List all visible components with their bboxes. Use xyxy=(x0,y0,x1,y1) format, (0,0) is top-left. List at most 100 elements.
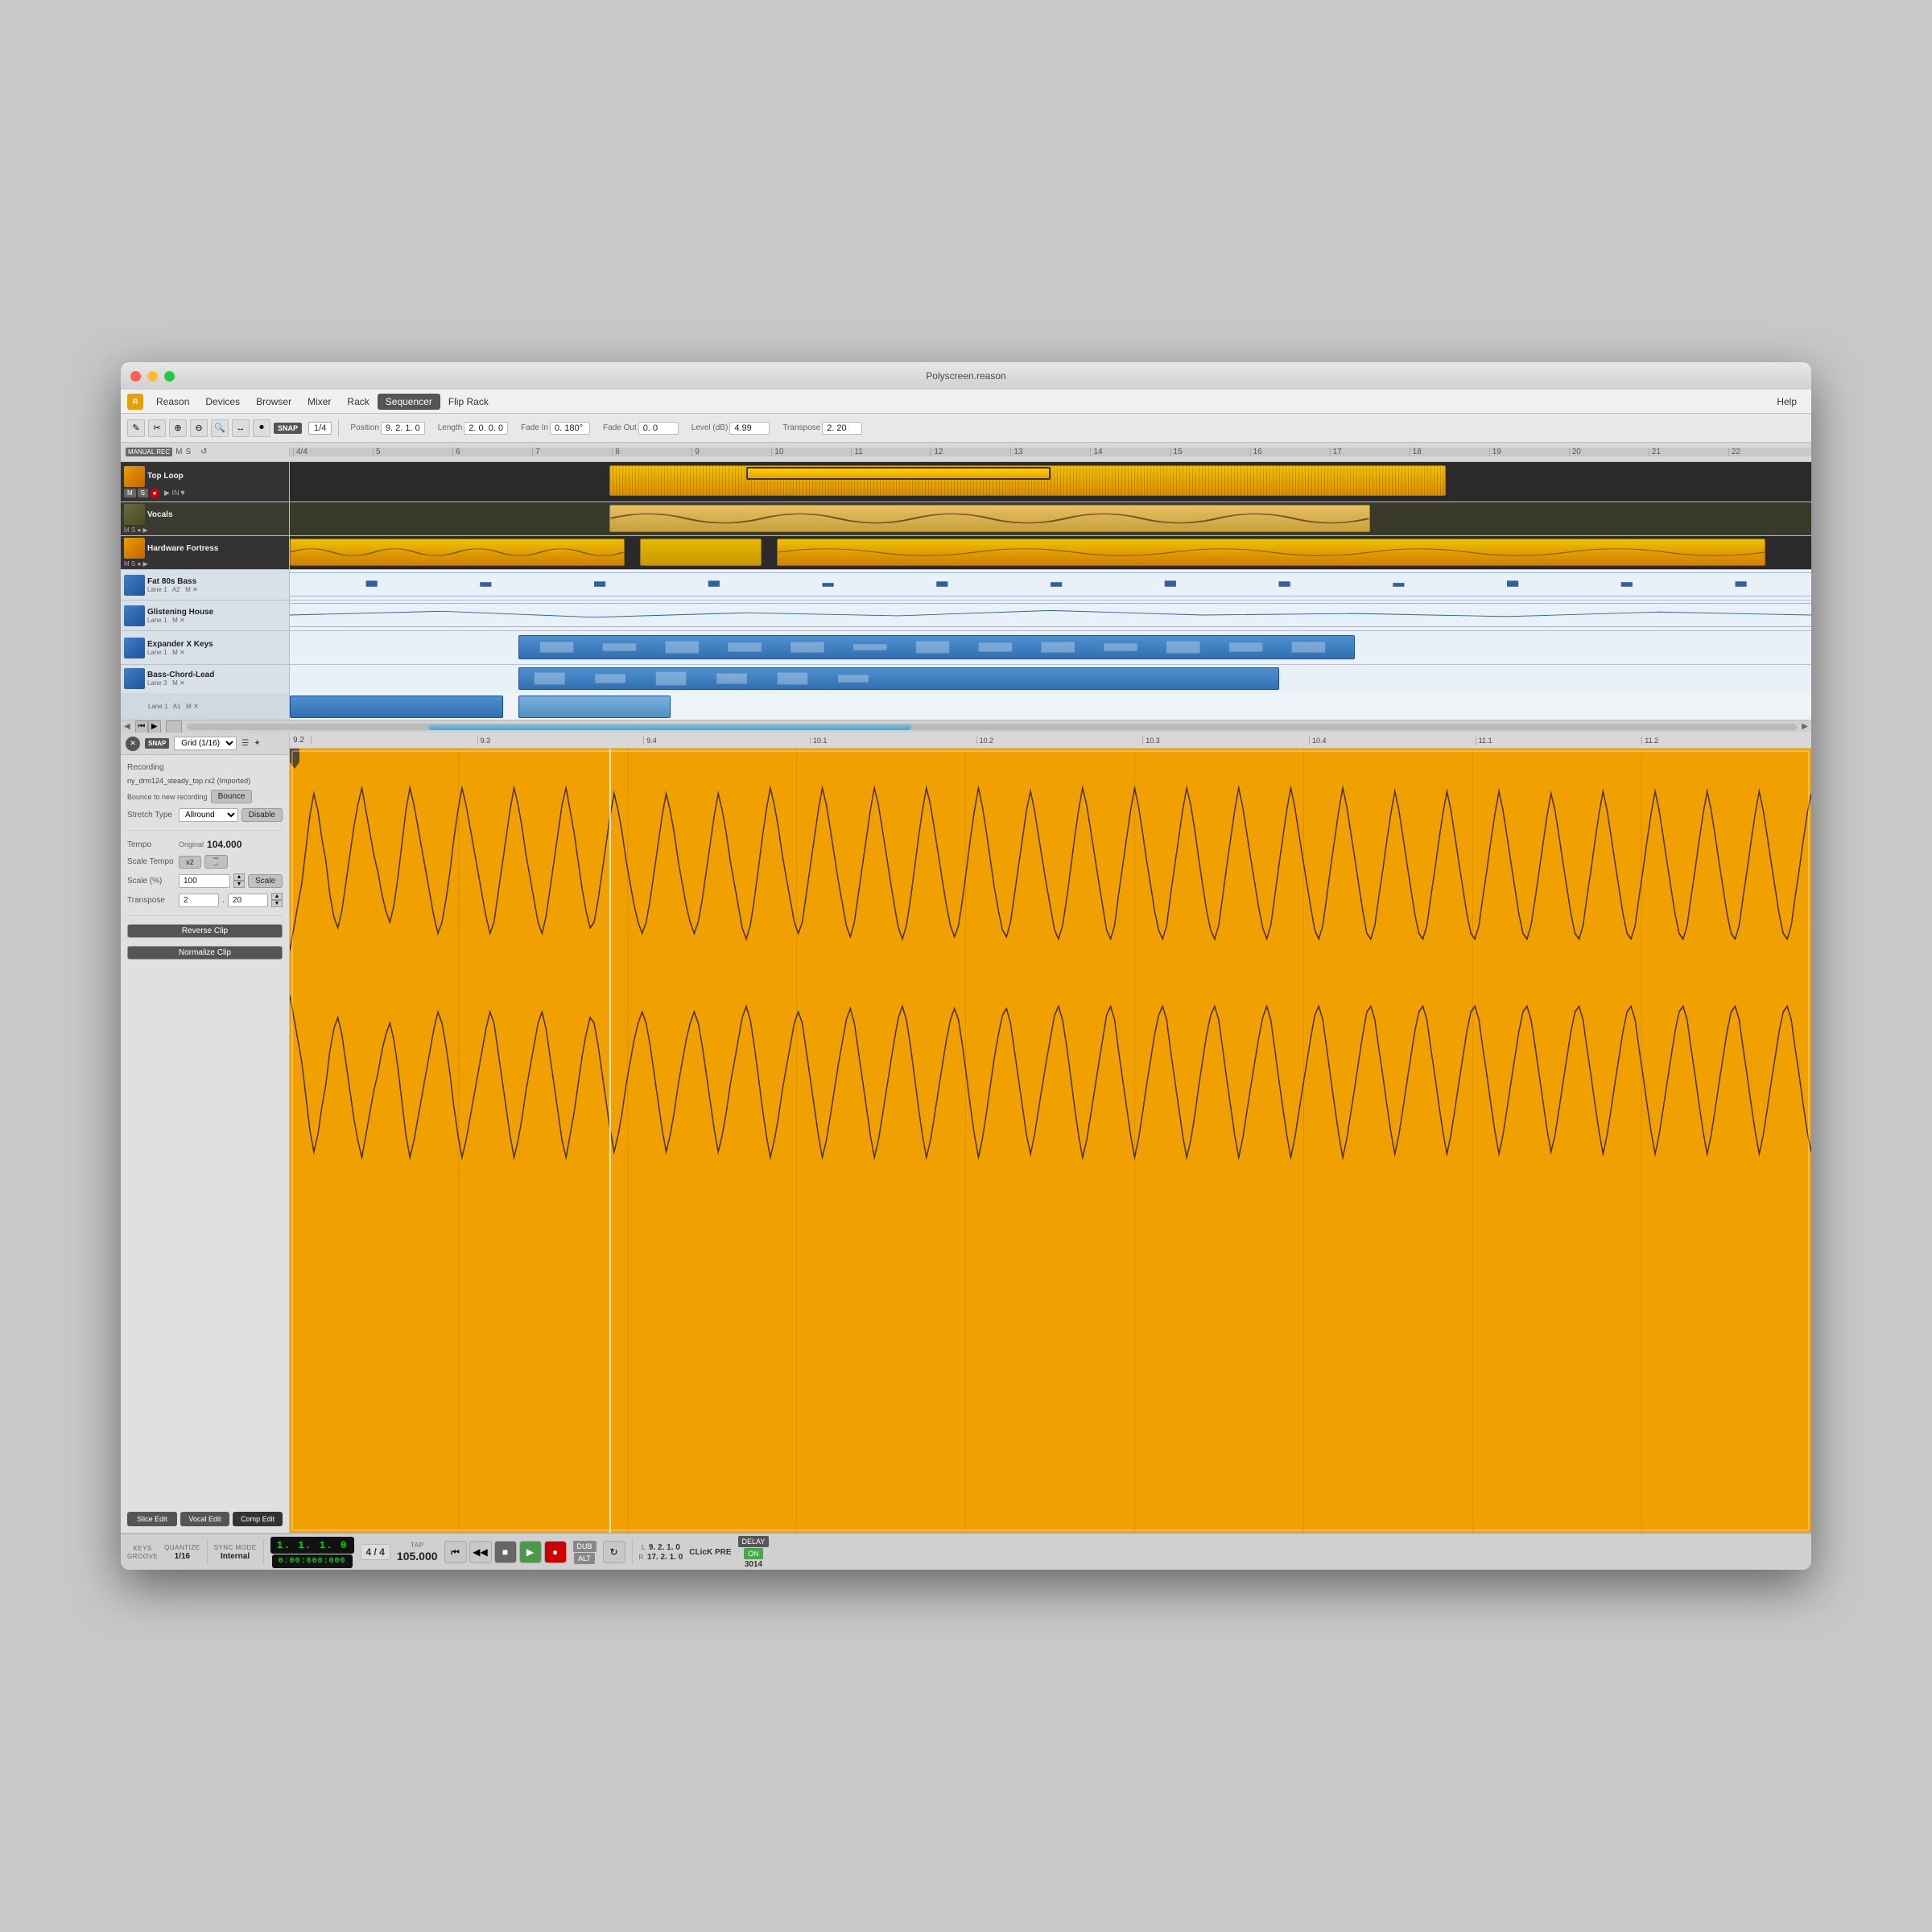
fadeout-value[interactable]: 0. 0 xyxy=(638,422,679,435)
clip-vocals-1[interactable] xyxy=(609,505,1370,532)
view-options-btn[interactable] xyxy=(166,720,182,733)
transport-next-btn[interactable]: ▶ xyxy=(148,720,161,733)
record-button[interactable]: ● xyxy=(544,1541,567,1563)
track-lane-bass: Lane 1 A2 M ✕ xyxy=(147,586,198,593)
menu-devices[interactable]: Devices xyxy=(197,394,248,410)
fadein-value[interactable]: 0. 180° xyxy=(550,422,590,435)
clip-glistening-midi[interactable] xyxy=(290,603,1811,627)
seq-timeline-header: MANUAL REC M S ↺ 4/4 5 6 7 8 9 10 11 xyxy=(121,443,1811,462)
toolbar-tool-5[interactable]: 🔍 xyxy=(211,419,229,437)
menu-fliprack[interactable]: Flip Rack xyxy=(440,394,497,410)
clip-expander-1[interactable] xyxy=(518,635,1356,659)
vocal-edit-button[interactable]: Vocal Edit xyxy=(180,1512,230,1526)
track-content-bchord-1[interactable] xyxy=(290,693,1811,720)
transpose-down[interactable]: ▼ xyxy=(271,900,283,907)
transpose-cents[interactable]: 20 xyxy=(228,894,268,907)
clip-bchord-lane3[interactable] xyxy=(518,667,1279,690)
alt-button[interactable]: ALT xyxy=(574,1553,595,1564)
scale-button[interactable]: Scale xyxy=(248,874,283,888)
menu-rack[interactable]: Rack xyxy=(339,394,377,410)
clip-hw-2[interactable] xyxy=(640,539,762,566)
transpose-value[interactable]: 2. 20 xyxy=(822,422,862,435)
scale-x2-button[interactable]: x2 xyxy=(179,856,201,869)
grid-icon[interactable]: ☰ xyxy=(242,739,249,748)
maximize-button[interactable] xyxy=(164,371,175,382)
timeline-mark-17: 17 xyxy=(1330,448,1410,456)
scroll-left-arrow[interactable]: ◀ xyxy=(124,722,130,731)
disable-button[interactable]: Disable xyxy=(242,808,283,822)
track-s-toploop[interactable]: S xyxy=(138,489,148,497)
reverse-clip-button[interactable]: Reverse Clip xyxy=(127,924,283,938)
track-content-hw[interactable] xyxy=(290,536,1811,569)
toolbar-tool-4[interactable]: ⊖ xyxy=(190,419,208,437)
scale-pct-down[interactable]: ▼ xyxy=(233,881,245,888)
detail-close-icon[interactable]: ✕ xyxy=(126,737,140,751)
menu-mixer[interactable]: Mixer xyxy=(299,394,339,410)
track-content-bass[interactable] xyxy=(290,570,1811,600)
toolbar-tool-3[interactable]: ⊕ xyxy=(169,419,187,437)
grid-options-icon[interactable]: ✦ xyxy=(254,739,260,748)
scale-pct-up[interactable]: ▲ xyxy=(233,873,245,881)
scale-pct-input[interactable]: 100 xyxy=(179,874,230,888)
play-button[interactable]: ▶ xyxy=(519,1541,542,1563)
toolbar-tool-2[interactable]: ✂ xyxy=(148,419,166,437)
minimize-button[interactable] xyxy=(147,371,158,382)
tempo-value-t[interactable]: 105.000 xyxy=(397,1550,438,1563)
position-value[interactable]: 9. 2. 1. 0 xyxy=(381,422,425,435)
bounce-button[interactable]: Bounce xyxy=(211,790,253,803)
loop-button[interactable]: ↻ xyxy=(603,1541,625,1563)
menu-help[interactable]: Help xyxy=(1769,394,1805,410)
rewind-button[interactable]: ⏮ xyxy=(444,1541,467,1563)
clip-hw-3[interactable] xyxy=(777,539,1766,566)
delay-on-label[interactable]: ON xyxy=(744,1548,763,1559)
normalize-clip-button[interactable]: Normalize Clip xyxy=(127,946,283,960)
menu-sequencer[interactable]: Sequencer xyxy=(378,394,440,410)
grid-select[interactable]: Grid (1/16) Grid (1/8) Grid (1/4) xyxy=(174,737,237,750)
track-name-hw: Hardware Fortress xyxy=(147,544,218,553)
waveform-canvas[interactable] xyxy=(290,749,1811,1533)
slice-edit-button[interactable]: Slice Edit xyxy=(127,1512,177,1526)
track-name-bchord: Bass-Chord-Lead xyxy=(147,671,214,679)
track-content-expander[interactable] xyxy=(290,631,1811,664)
seq-scrollbar-thumb[interactable] xyxy=(428,724,911,730)
transpose-semitones[interactable]: 2 xyxy=(179,894,219,907)
timeline-markers: 4/4 5 6 7 8 9 10 11 12 13 14 15 16 17 xyxy=(293,448,1808,456)
toolbar-tool-1[interactable]: ✎ xyxy=(127,419,145,437)
stop-button[interactable]: ■ xyxy=(494,1541,517,1563)
toolbar-tool-6[interactable]: ↔ xyxy=(232,419,250,437)
track-content-bchord-3[interactable] xyxy=(290,665,1811,693)
track-m-toploop[interactable]: M xyxy=(124,489,136,497)
toolbar-tool-7[interactable]: ⏺ xyxy=(253,419,270,437)
click-pre-group: CLicK PRE xyxy=(689,1548,731,1557)
back-button[interactable]: ◀◀ xyxy=(469,1541,492,1563)
length-value[interactable]: 2. 0. 0. 0 xyxy=(464,422,508,435)
clip-bchord-lane1-a[interactable] xyxy=(290,696,503,718)
seq-scrollbar[interactable]: ◀ ⏮ ▶ ▶ xyxy=(121,720,1811,733)
track-content-toploop[interactable] xyxy=(290,462,1811,502)
dub-button[interactable]: DUB xyxy=(573,1541,597,1552)
level-value[interactable]: 4.99 xyxy=(729,422,770,435)
transport-prev-btn[interactable]: ⏮ xyxy=(135,720,148,733)
menu-browser[interactable]: Browser xyxy=(248,394,299,410)
pos-l-value[interactable]: 9. 2. 1. 0 xyxy=(649,1543,680,1552)
clip-hw-1[interactable] xyxy=(290,539,625,566)
quantize-value-t[interactable]: 1/16 xyxy=(175,1552,190,1561)
pos-r-value[interactable]: 17. 2. 1. 0 xyxy=(647,1553,683,1562)
clip-toploop-selected[interactable] xyxy=(746,467,1051,480)
clip-bass-midi[interactable] xyxy=(290,572,1811,597)
track-content-glistening[interactable] xyxy=(290,601,1811,630)
stretch-select[interactable]: Allround Rhythmic Melodic xyxy=(179,808,238,822)
time-sig[interactable]: 4 / 4 xyxy=(361,1544,390,1560)
menu-reason[interactable]: Reason xyxy=(148,394,197,410)
track-content-vocals[interactable] xyxy=(290,502,1811,535)
scroll-right-arrow[interactable]: ▶ xyxy=(1802,722,1808,731)
scale-sync-button[interactable]: ⌛ xyxy=(204,855,228,869)
sync-mode-value[interactable]: Internal xyxy=(221,1552,250,1561)
seq-scrollbar-track[interactable] xyxy=(187,724,1798,730)
quantize-display[interactable]: 1/4 xyxy=(308,422,332,435)
comp-edit-button[interactable]: Comp Edit xyxy=(233,1512,283,1526)
transpose-up[interactable]: ▲ xyxy=(271,893,283,900)
track-rec-toploop[interactable]: ● xyxy=(150,489,159,498)
clip-bchord-lane1-b[interactable] xyxy=(518,696,671,718)
close-button[interactable] xyxy=(130,371,141,382)
